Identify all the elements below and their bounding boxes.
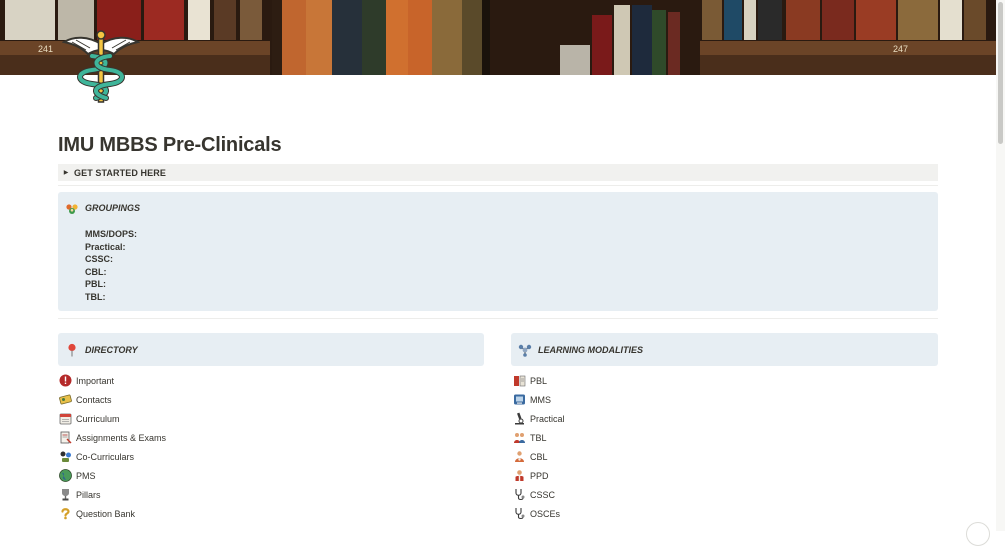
toggle-label[interactable]: GET STARTED HERE [74,168,166,178]
scrollbar[interactable] [996,0,1005,531]
grouping-line: PBL: [85,279,106,290]
grouping-line: Practical: [85,241,126,252]
cover-image: 241 247 [0,0,996,75]
grouping-line: TBL: [85,291,106,302]
page-title: IMU MBBS Pre-Clinicals [58,134,282,156]
directory-item-label[interactable]: Assignments & Exams [76,433,166,443]
modality-item-tbl[interactable]: TBL [513,428,565,447]
calendar-icon [59,412,72,425]
directory-list: Important Contacts Curriculum Assignment… [59,371,166,523]
exam-stethoscope-icon [513,507,526,520]
get-started-toggle[interactable]: ▶ GET STARTED HERE [58,164,938,181]
caduceus-icon[interactable] [62,28,140,108]
groupings-title: GROUPINGS [85,203,141,213]
contacts-icon [59,393,72,406]
stethoscope-icon [513,488,526,501]
modality-item-label[interactable]: PBL [530,376,547,386]
grouping-line: MMS/DOPS: [85,229,138,239]
directory-item-co-curriculars[interactable]: Co-Curriculars [59,447,166,466]
co-curricular-icon [59,450,72,463]
modality-item-label[interactable]: CSSC [530,490,555,500]
grouping-line: CSSC: [85,254,114,265]
modality-item-pbl[interactable]: PBL [513,371,565,390]
directory-item-label[interactable]: Pillars [76,490,101,500]
groupings-callout: GROUPINGS MMS/DOPS: Practical: CSSC: CBL… [58,192,938,311]
modality-item-label[interactable]: OSCEs [530,509,560,519]
group-icon [66,204,78,214]
directory-item-pms[interactable]: PMS [59,466,166,485]
scrollbar-thumb[interactable] [998,2,1003,144]
mms-icon [513,393,526,406]
modality-item-label[interactable]: PPD [530,471,549,481]
assignment-icon [59,431,72,444]
modality-item-label[interactable]: TBL [530,433,547,443]
important-icon [59,374,72,387]
directory-item-question-bank[interactable]: Question Bank [59,504,166,523]
bookshelf-image: 241 247 [0,0,996,75]
toggle-triangle-icon[interactable]: ▶ [58,169,74,176]
grouping-line: CBL: [85,266,107,277]
directory-item-label[interactable]: Curriculum [76,414,120,424]
microscope-icon [513,412,526,425]
team-icon [513,431,526,444]
case-icon [513,450,526,463]
modalities-title: LEARNING MODALITIES [538,345,643,355]
directory-item-important[interactable]: Important [59,371,166,390]
modality-item-cbl[interactable]: CBL [513,447,565,466]
modality-item-label[interactable]: CBL [530,452,548,462]
question-icon [59,507,72,520]
divider [58,318,938,319]
directory-item-contacts[interactable]: Contacts [59,390,166,409]
directory-item-curriculum[interactable]: Curriculum [59,409,166,428]
modality-item-ppd[interactable]: PPD [513,466,565,485]
divider [58,185,938,186]
directory-item-label[interactable]: Contacts [76,395,112,405]
modality-item-practical[interactable]: Practical [513,409,565,428]
modalities-callout: LEARNING MODALITIES [511,333,938,366]
help-button[interactable] [966,522,990,546]
pushpin-icon [68,343,76,357]
directory-item-label[interactable]: PMS [76,471,96,481]
directory-item-pillars[interactable]: Pillars [59,485,166,504]
modalities-list: PBL MMS Practical TBL CBL PPD CSSC OSCEs [513,371,565,523]
molecule-icon [518,344,532,357]
trophy-icon [59,488,72,501]
modality-item-osces[interactable]: OSCEs [513,504,565,523]
directory-item-label[interactable]: Important [76,376,114,386]
shelf-number-right: 247 [893,44,908,54]
directory-item-label[interactable]: Co-Curriculars [76,452,134,462]
directory-item-assignments[interactable]: Assignments & Exams [59,428,166,447]
groupings-list: MMS/DOPS: Practical: CSSC: CBL: PBL: TBL… [85,228,137,304]
modality-item-mms[interactable]: MMS [513,390,565,409]
pbl-icon [513,374,526,387]
modality-item-label[interactable]: MMS [530,395,551,405]
directory-item-label[interactable]: Question Bank [76,509,135,519]
directory-title: DIRECTORY [85,345,138,355]
directory-callout: DIRECTORY [58,333,484,366]
globe-icon [59,469,72,482]
shelf-number-left: 241 [38,44,53,54]
person-icon [513,469,526,482]
modality-item-label[interactable]: Practical [530,414,565,424]
modality-item-cssc[interactable]: CSSC [513,485,565,504]
